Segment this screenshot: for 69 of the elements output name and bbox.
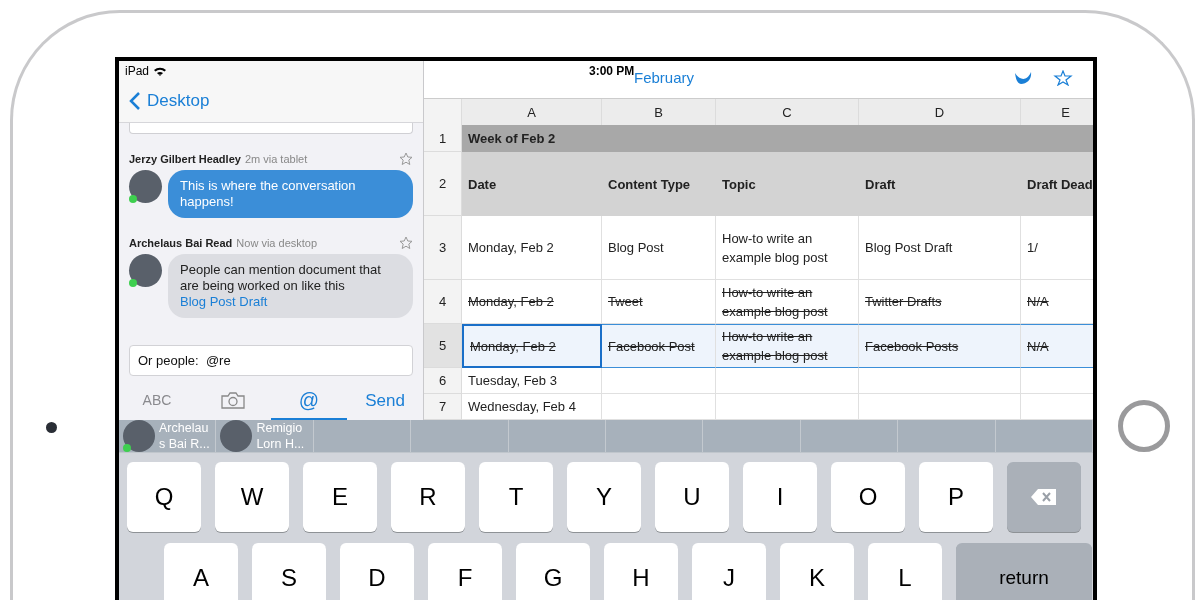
chevron-left-icon — [129, 91, 141, 111]
key[interactable]: P — [919, 462, 993, 532]
key[interactable]: A — [164, 543, 238, 600]
key[interactable]: Y — [567, 462, 641, 532]
key[interactable]: I — [743, 462, 817, 532]
row-header[interactable]: 1 — [424, 125, 462, 152]
key[interactable]: F — [428, 543, 502, 600]
key[interactable]: E — [303, 462, 377, 532]
table-cell[interactable]: Content Type — [602, 152, 716, 216]
key[interactable]: L — [868, 543, 942, 600]
table-cell[interactable]: N/A — [1021, 324, 1093, 368]
key[interactable]: O — [831, 462, 905, 532]
table-cell[interactable]: Monday, Feb 2 — [462, 216, 602, 280]
row-header[interactable]: 2 — [424, 152, 462, 216]
send-button[interactable]: Send — [347, 382, 423, 420]
table-cell[interactable]: 1/ — [1021, 216, 1093, 280]
author-name: Archelaus Bai Read — [129, 237, 233, 249]
table-cell[interactable]: Blog Post — [602, 216, 716, 280]
table-cell[interactable]: Facebook Posts — [859, 324, 1021, 368]
key[interactable]: Q — [127, 462, 201, 532]
camera-icon — [221, 391, 245, 409]
table-cell[interactable]: Facebook Post — [602, 324, 716, 368]
return-key[interactable]: return — [956, 543, 1092, 600]
status-time: 3:00 PM — [589, 63, 635, 78]
device-name: iPad — [125, 63, 150, 78]
key[interactable]: G — [516, 543, 590, 600]
month-link[interactable]: February — [634, 69, 695, 86]
back-link[interactable]: Desktop — [129, 91, 210, 111]
message-meta: Now via desktop — [236, 237, 319, 249]
message-field[interactable]: Or people: @re — [129, 345, 413, 376]
key[interactable]: W — [215, 462, 289, 532]
table-cell[interactable]: Blog Post Draft — [859, 216, 1021, 280]
table-cell[interactable]: Draft — [859, 152, 1021, 216]
table-cell[interactable] — [602, 368, 716, 394]
delete-key[interactable] — [1007, 462, 1081, 532]
key[interactable]: D — [340, 543, 414, 600]
table-cell[interactable]: Topic — [716, 152, 859, 216]
author-name: Jerzy Gilbert Headley — [129, 153, 241, 165]
backspace-icon — [1030, 488, 1058, 506]
key[interactable]: T — [479, 462, 553, 532]
home-button[interactable] — [1117, 400, 1170, 452]
row-header[interactable]: 7 — [424, 394, 462, 420]
message-bubble: This is where the conversation happens! — [168, 170, 413, 218]
row-header[interactable]: 6 — [424, 368, 462, 394]
row-header[interactable]: 3 — [424, 216, 462, 280]
table-cell[interactable]: Monday, Feb 2 — [462, 324, 602, 368]
table-cell[interactable]: How-to write an example blog post — [716, 324, 859, 368]
row-header[interactable]: 4 — [424, 280, 462, 324]
key[interactable]: K — [780, 543, 854, 600]
camera-lens — [45, 422, 57, 433]
table-cell[interactable]: How-to write an example blog post — [716, 216, 859, 280]
wave-icon — [1013, 70, 1033, 86]
table-cell[interactable]: Date — [462, 152, 602, 216]
key[interactable]: R — [391, 462, 465, 532]
wifi-icon — [153, 65, 168, 76]
table-cell[interactable]: Week of Feb 2 — [462, 125, 1093, 152]
key[interactable]: H — [604, 543, 678, 600]
table-cell[interactable] — [716, 368, 859, 394]
key[interactable]: U — [655, 462, 729, 532]
table-cell[interactable]: Tuesday, Feb 3 — [462, 368, 602, 394]
message-meta: 2m via tablet — [244, 153, 309, 165]
row-header[interactable]: 5 — [424, 324, 462, 368]
table-cell[interactable] — [859, 368, 1021, 394]
table-cell[interactable]: Draft Dead — [1021, 152, 1093, 216]
key[interactable]: J — [692, 543, 766, 600]
message-bubble: People can mention document that are being worked on like this Blog Post Draft — [168, 254, 413, 318]
corner-cell[interactable] — [424, 99, 462, 125]
star-outline-icon — [1053, 70, 1073, 86]
key[interactable]: S — [252, 543, 326, 600]
